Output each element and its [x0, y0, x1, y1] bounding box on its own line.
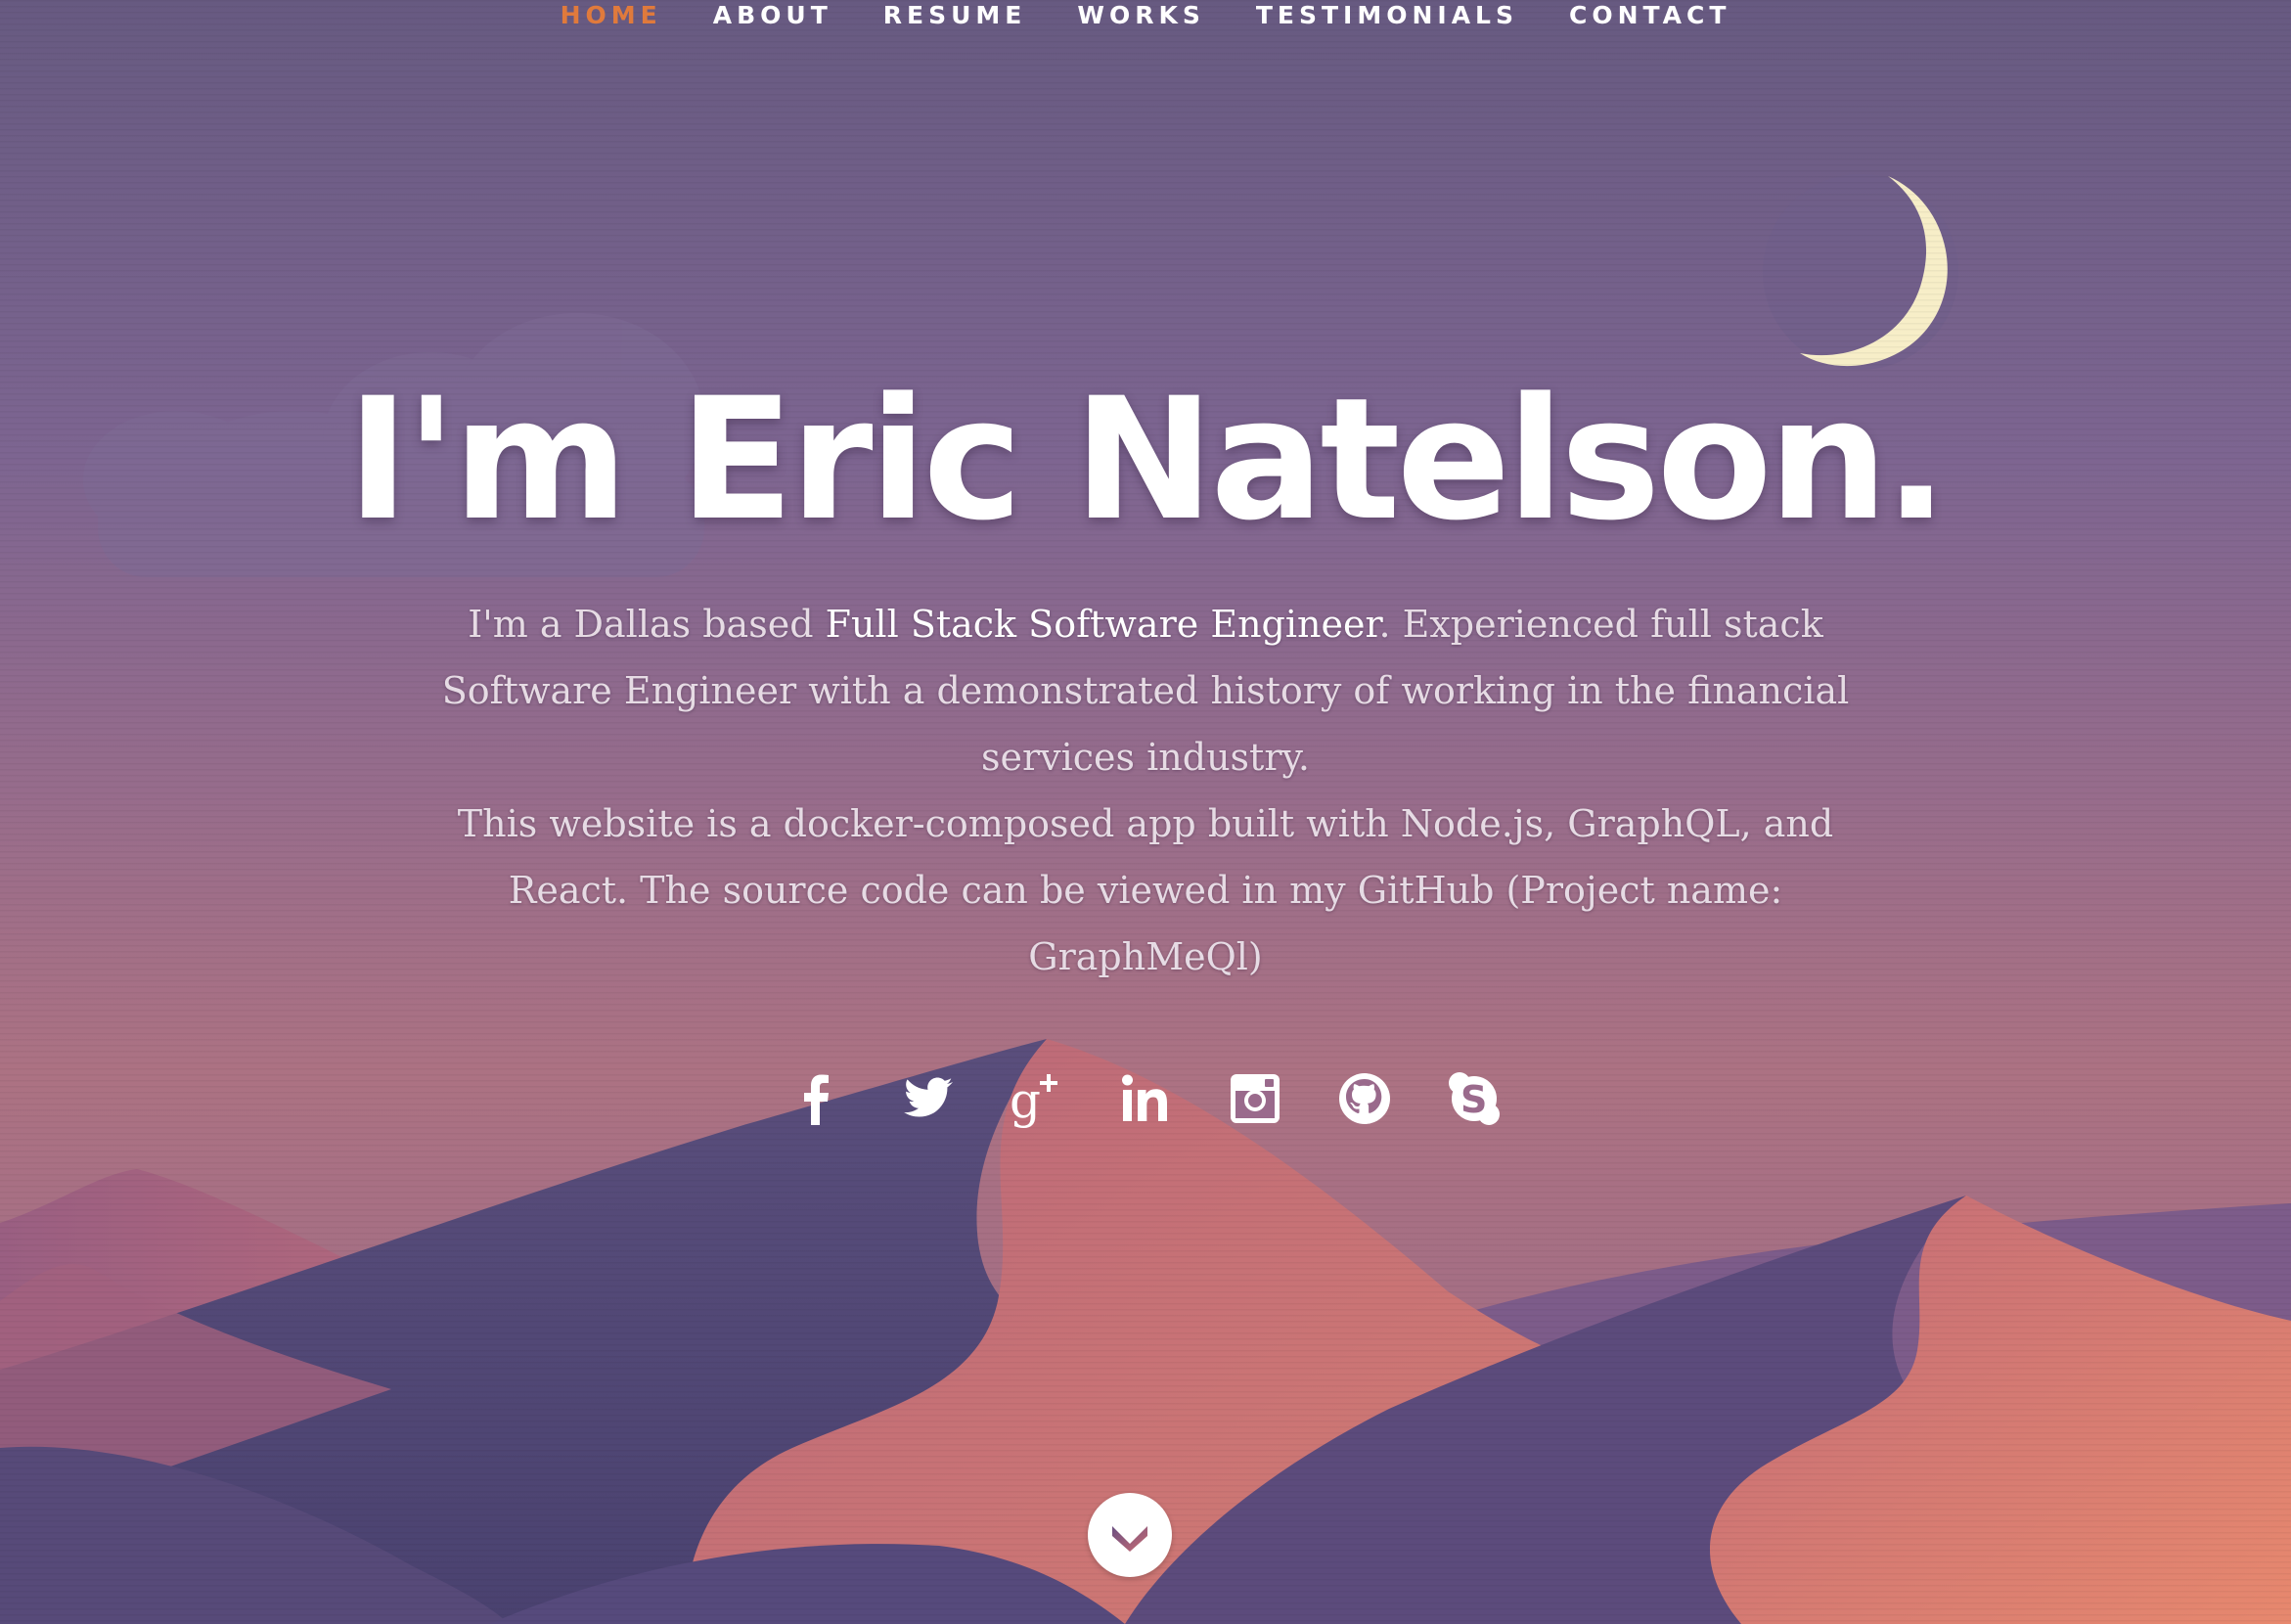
nav-item-contact: CONTACT	[1544, 0, 1756, 31]
facebook-link[interactable]	[785, 1066, 849, 1131]
hero-headline: I'm Eric Natelson.	[346, 361, 1948, 558]
main-nav: HOME ABOUT RESUME WORKS TESTIMONIALS CON…	[0, 0, 2291, 39]
twitter-link[interactable]	[894, 1066, 959, 1131]
github-link[interactable]	[1332, 1066, 1397, 1131]
nav-item-works: WORKS	[1052, 0, 1230, 31]
skype-icon: S	[1449, 1072, 1500, 1125]
facebook-icon	[804, 1074, 829, 1125]
moon-illustration	[1763, 174, 1958, 370]
nav-list: HOME ABOUT RESUME WORKS TESTIMONIALS CON…	[0, 0, 2291, 31]
linkedin-link[interactable]	[1113, 1066, 1178, 1131]
svg-text:S: S	[1460, 1078, 1487, 1121]
intro-highlight-title: Full Stack Software Engineer	[825, 603, 1379, 646]
nav-link-about[interactable]: ABOUT	[688, 0, 858, 31]
google-plus-link[interactable]: g	[1004, 1066, 1068, 1131]
twitter-icon	[904, 1077, 953, 1117]
nav-item-resume: RESUME	[858, 0, 1053, 31]
nav-item-testimonials: TESTIMONIALS	[1231, 0, 1544, 31]
github-icon	[1339, 1073, 1390, 1124]
nav-link-home[interactable]: HOME	[535, 0, 688, 31]
intro-text-pre: I'm a Dallas based	[468, 603, 826, 646]
nav-link-resume[interactable]: RESUME	[858, 0, 1053, 31]
nav-item-home: HOME	[535, 0, 688, 31]
nav-link-works[interactable]: WORKS	[1052, 0, 1230, 31]
nav-link-contact[interactable]: CONTACT	[1544, 0, 1756, 31]
google-plus-icon: g	[1010, 1072, 1057, 1129]
instagram-link[interactable]	[1223, 1066, 1287, 1131]
nav-item-about: ABOUT	[688, 0, 858, 31]
linkedin-icon	[1122, 1074, 1167, 1121]
chevron-down-icon	[1112, 1526, 1147, 1552]
intro-text-site: This website is a docker-composed app bu…	[457, 802, 1834, 978]
hero-intro: I'm a Dallas based Full Stack Software E…	[436, 591, 1855, 990]
svg-text:g: g	[1010, 1072, 1041, 1129]
social-links: g S	[0, 1066, 2291, 1131]
nav-link-testimonials[interactable]: TESTIMONIALS	[1231, 0, 1544, 31]
instagram-icon	[1231, 1074, 1280, 1123]
scroll-down-button[interactable]	[1088, 1493, 1172, 1577]
skype-link[interactable]: S	[1442, 1066, 1506, 1131]
